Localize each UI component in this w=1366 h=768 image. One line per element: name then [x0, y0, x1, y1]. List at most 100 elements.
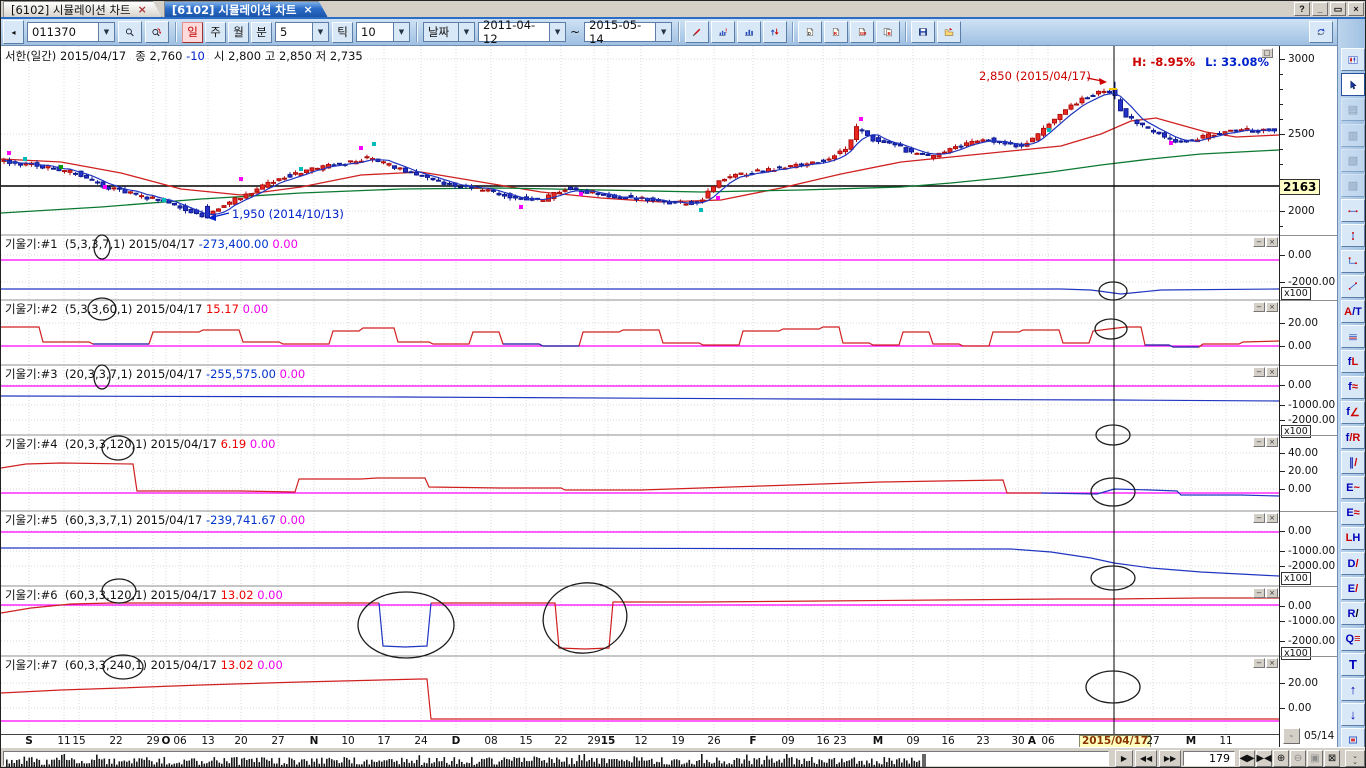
period-buttons: 일주월분 [182, 22, 272, 43]
tab-simulation-chart-2[interactable]: [6102] 시뮬레이션 차트 × [164, 1, 328, 17]
draw-tool-b-icon[interactable]: ▥ [1341, 124, 1365, 147]
segment-corner-tool-icon[interactable] [1341, 250, 1365, 273]
restore-button[interactable]: ▭ [1330, 2, 1346, 16]
play-button[interactable]: ▶ [1115, 750, 1133, 767]
close-button[interactable]: × [1348, 2, 1364, 16]
segment-vertical-tool-icon[interactable] [1341, 224, 1365, 247]
e-pattern-tool-icon[interactable]: E/ [1341, 577, 1365, 600]
fast-forward-button[interactable]: ▶▶ [1159, 750, 1181, 767]
chevron-down-icon[interactable]: ▼ [549, 23, 565, 41]
chart-canvas[interactable] [1, 46, 1279, 747]
cursor-tool-icon[interactable] [1341, 73, 1365, 96]
r-pattern-tool-icon[interactable]: R/ [1341, 602, 1365, 625]
parallel-lines-tool-icon[interactable]: ∥/ [1341, 451, 1365, 474]
tab-simulation-chart-1[interactable]: [6102] 시뮬레이션 차트 × [3, 1, 162, 17]
panel-7-close-button[interactable]: × [1266, 658, 1278, 668]
horizontal-lines-tool-icon[interactable] [1341, 325, 1365, 348]
stock-code-combo[interactable]: 011370 ▼ [27, 22, 115, 42]
x-axis: 2015/04/17 S11152229O06132027N101724D081… [1, 734, 1279, 747]
panel-7-minimize-button[interactable]: − [1253, 658, 1265, 668]
collapse-chevron-icon[interactable]: ⌄⌄ [1345, 750, 1365, 767]
x-tick-27: 27 [271, 735, 284, 747]
close-view-button[interactable]: ⊠ [1324, 750, 1340, 767]
panel-5-minimize-button[interactable]: − [1253, 513, 1265, 523]
panel-5-close-button[interactable]: × [1266, 513, 1278, 523]
date-from-combo[interactable]: 2011-04-12 ▼ [478, 22, 566, 42]
tick-combo[interactable]: 10 ▼ [356, 22, 410, 42]
chart-area[interactable]: 서한(일간) 2015/04/17종 2,760 -10시 2,800 고 2,… [1, 46, 1279, 747]
reset-chart-icon[interactable]: R [824, 21, 848, 43]
fibo-curve-tool-icon[interactable]: f≈ [1341, 376, 1365, 399]
text-tool-icon[interactable]: T [1341, 653, 1365, 676]
fibo-retracement-tool-icon[interactable]: f/R [1341, 426, 1365, 449]
bar-count-input[interactable] [1183, 751, 1235, 766]
tab-close-icon[interactable]: × [138, 3, 147, 16]
auto-trendline-tool-icon[interactable]: A/T [1341, 300, 1365, 323]
toolbar-scroll-left-icon[interactable]: ◂ [3, 20, 24, 44]
chevron-down-icon[interactable]: ▼ [393, 23, 409, 41]
panel-6-minimize-button[interactable]: − [1253, 588, 1265, 598]
zoom-out-button[interactable]: ⊖ [1290, 750, 1306, 767]
panel-3-minimize-button[interactable]: − [1253, 367, 1265, 377]
arrow-down-tool-icon[interactable]: ↓ [1341, 703, 1365, 726]
arrow-up-tool-icon[interactable]: ↑ [1341, 678, 1365, 701]
open-folder-icon[interactable] [937, 21, 961, 43]
d-pattern-tool-icon[interactable]: D/ [1341, 552, 1365, 575]
sort-updown-icon[interactable] [763, 21, 787, 43]
indicator-alert-icon[interactable]: ! [711, 21, 735, 43]
edit-indicator-icon[interactable] [685, 21, 709, 43]
refresh-icon[interactable] [1309, 21, 1333, 43]
low-high-tool-icon[interactable]: LH [1341, 527, 1365, 550]
segment-horizontal-tool-icon[interactable] [1341, 199, 1365, 222]
new-chart-icon[interactable]: D [798, 21, 822, 43]
zoom-in-button[interactable]: ⊕ [1273, 750, 1289, 767]
panel-4-close-button[interactable]: × [1266, 437, 1278, 447]
span-buttons[interactable]: ◀▶ [1239, 750, 1255, 767]
period-button-월[interactable]: 월 [228, 22, 249, 43]
fibo-fan-tool-icon[interactable]: f∠ [1341, 401, 1365, 424]
copy-chart-icon[interactable]: B [876, 21, 900, 43]
chevron-down-icon[interactable]: ▼ [312, 23, 328, 41]
panel-6-close-button[interactable]: × [1266, 588, 1278, 598]
rewind-button[interactable]: ◀◀ [1135, 750, 1157, 767]
panel-2-close-button[interactable]: × [1266, 302, 1278, 312]
segment-diagonal-tool-icon[interactable] [1341, 275, 1365, 298]
period-button-분[interactable]: 분 [251, 22, 272, 43]
panel-1-minimize-button[interactable]: − [1253, 237, 1265, 247]
panel-1-close-button[interactable]: × [1266, 237, 1278, 247]
search-icon[interactable] [118, 21, 142, 43]
elliott-wave-tool-icon[interactable]: E~ [1341, 476, 1365, 499]
period-button-일[interactable]: 일 [182, 22, 203, 43]
panel-3-close-button[interactable]: × [1266, 367, 1278, 377]
chart-recall-icon[interactable]: GR [850, 21, 874, 43]
panel-2-minimize-button[interactable]: − [1253, 302, 1265, 312]
save-icon[interactable] [911, 21, 935, 43]
help-button[interactable]: ? [1294, 2, 1310, 16]
period-button-주[interactable]: 주 [205, 22, 226, 43]
draw-tool-c-icon[interactable]: ▧ [1341, 149, 1365, 172]
fit-button[interactable]: ▣ [1307, 750, 1323, 767]
open-label: 시 [214, 49, 225, 63]
date-mode-combo[interactable]: 날짜 ▼ [423, 22, 475, 42]
tick-button[interactable]: 틱 [332, 22, 353, 43]
goto-end-button[interactable]: ▶◀ [1256, 750, 1272, 767]
draw-tool-a-icon[interactable]: ▤ [1341, 98, 1365, 121]
quote-list-tool-icon[interactable]: Q≡ [1341, 628, 1365, 651]
chart-scrollbar[interactable] [3, 751, 1109, 766]
chart-style-tool-icon[interactable] [1341, 48, 1365, 71]
chevron-down-icon[interactable]: ▼ [98, 23, 114, 41]
minute-combo[interactable]: 5 ▼ [275, 22, 329, 42]
main-panel-menu-button[interactable]: □ [1261, 48, 1273, 58]
minimize-button[interactable]: _ [1312, 2, 1328, 16]
volume-bars-icon[interactable] [737, 21, 761, 43]
panel-4-minimize-button[interactable]: − [1253, 437, 1265, 447]
tab-close-icon[interactable]: × [303, 3, 312, 16]
date-to-combo[interactable]: 2015-05-14 ▼ [584, 22, 672, 42]
fibo-line-tool-icon[interactable]: fL [1341, 350, 1365, 373]
draw-tool-d-icon[interactable]: ▨ [1341, 174, 1365, 197]
chevron-down-icon[interactable]: ▼ [655, 23, 671, 41]
chevron-down-icon[interactable]: ▼ [458, 23, 474, 41]
elliott-wave2-tool-icon[interactable]: E≈ [1341, 502, 1365, 525]
axis-zoom-icon[interactable] [1283, 728, 1300, 744]
stock-search-icon[interactable] [145, 21, 169, 43]
